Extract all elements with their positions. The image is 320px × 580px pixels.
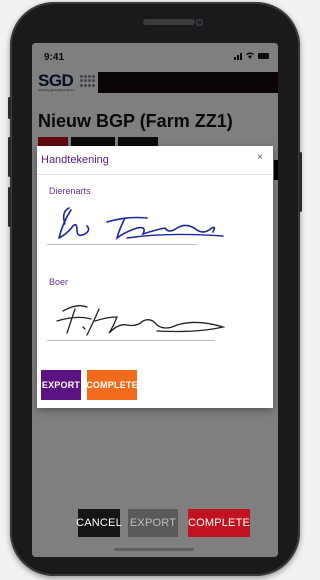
farmer-signature-pad[interactable] bbox=[47, 299, 227, 337]
action-bar: CANCEL EXPORT COMPLETE bbox=[32, 509, 278, 539]
farmer-signature-label: Boer bbox=[49, 277, 69, 287]
vet-signature-line bbox=[47, 244, 197, 245]
farmer-signature-line bbox=[47, 340, 215, 341]
modal-header: Handtekening × bbox=[37, 146, 273, 175]
volume-down-button bbox=[8, 187, 11, 227]
export-button-disabled[interactable]: EXPORT bbox=[128, 509, 178, 537]
complete-button[interactable]: COMPLETE bbox=[188, 509, 250, 537]
vet-signature-stroke bbox=[58, 207, 224, 240]
front-camera bbox=[196, 19, 203, 26]
mute-switch bbox=[8, 97, 11, 119]
power-button bbox=[299, 152, 302, 212]
volume-up-button bbox=[8, 137, 11, 177]
modal-complete-button[interactable]: COMPLETE bbox=[86, 370, 138, 400]
farmer-signature-stroke bbox=[56, 305, 226, 336]
signature-modal: Handtekening × Dierenarts Boer EXPORT CO… bbox=[37, 146, 273, 408]
vet-signature-label: Dierenarts bbox=[49, 186, 91, 196]
speaker-grille bbox=[143, 19, 195, 25]
cancel-button[interactable]: CANCEL bbox=[76, 509, 122, 537]
side-tab-edge bbox=[274, 160, 278, 180]
close-icon[interactable]: × bbox=[257, 152, 263, 163]
vet-signature-pad[interactable] bbox=[47, 204, 227, 242]
modal-export-button[interactable]: EXPORT bbox=[41, 370, 81, 400]
home-indicator bbox=[114, 548, 194, 551]
modal-title: Handtekening bbox=[41, 154, 109, 166]
app-screen: 9:41 SGD stichting gezondheid dieren Nie… bbox=[32, 43, 278, 557]
